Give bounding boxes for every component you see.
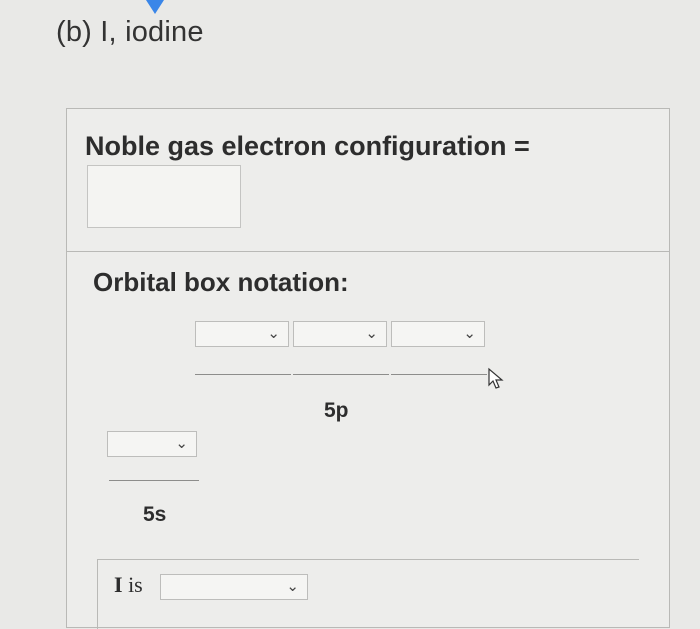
is-text: is [128,572,143,597]
noble-gas-answer-input[interactable] [87,165,241,228]
p-orbital-select-2[interactable]: ⌄ [293,321,387,347]
s-orbital-label: 5s [143,503,167,526]
orbital-box-label: Orbital box notation: [93,267,349,297]
p-orbital-select-3[interactable]: ⌄ [391,321,485,347]
chevron-down-icon: ⌄ [365,325,378,342]
element-symbol: I [114,572,123,597]
question-panel: Noble gas electron configuration = Orbit… [66,108,670,629]
p-orbital-line-3 [391,374,487,375]
noble-gas-label: Noble gas electron configuration = [85,131,530,161]
element-is-label: I is [114,572,143,598]
pointer-cursor-icon [488,367,504,389]
marker-icon [146,0,164,14]
p-orbital-select-1[interactable]: ⌄ [195,321,289,347]
part-title: (b) I, iodine [56,16,204,48]
element-is-select[interactable]: ⌄ [160,574,308,600]
p-orbital-line-1 [195,374,291,375]
chevron-down-icon: ⌄ [286,578,299,595]
s-orbital-line [109,480,199,481]
element-is-section: I is ⌄ [97,559,639,629]
p-orbital-line-2 [293,374,389,375]
chevron-down-icon: ⌄ [175,435,188,452]
p-orbital-label: 5p [324,399,349,422]
s-orbital-select[interactable]: ⌄ [107,431,197,457]
noble-gas-section: Noble gas electron configuration = [67,109,669,252]
chevron-down-icon: ⌄ [463,325,476,342]
chevron-down-icon: ⌄ [267,325,280,342]
